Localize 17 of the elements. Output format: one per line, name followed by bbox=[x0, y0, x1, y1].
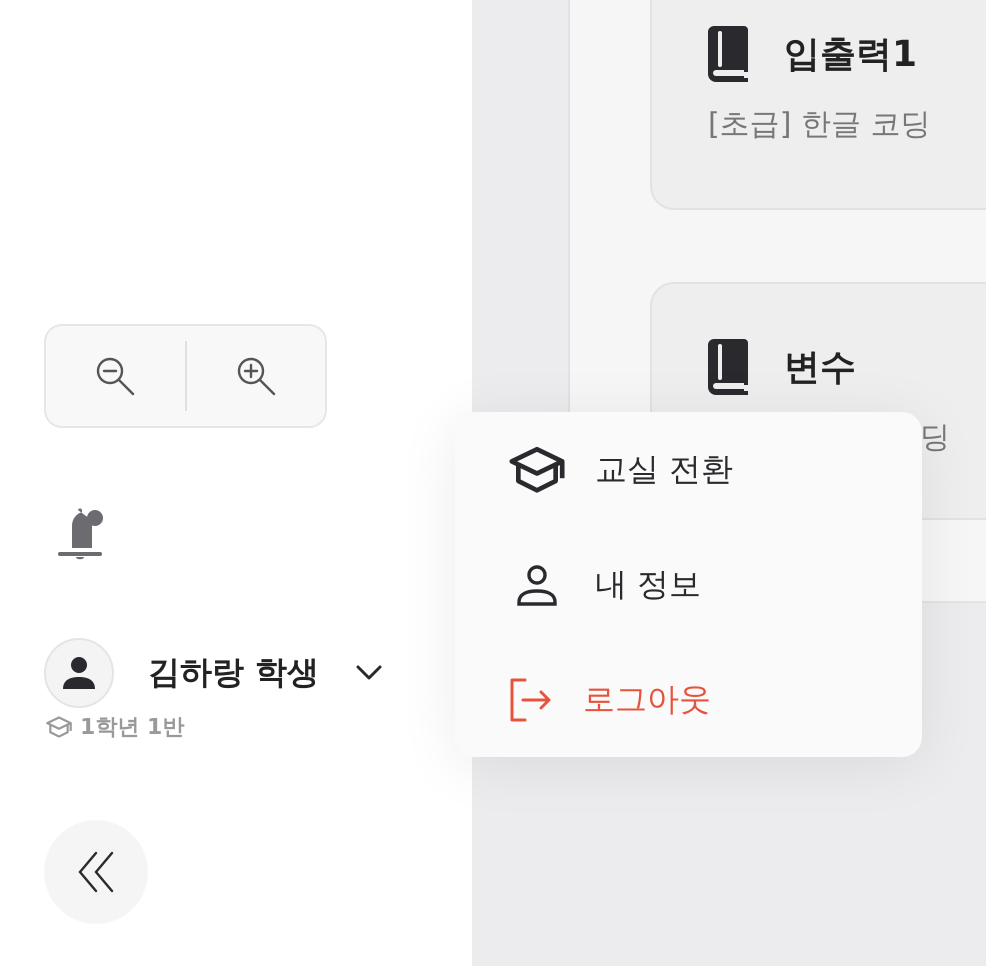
course-title: 변수 bbox=[784, 346, 856, 390]
graduation-cap-icon bbox=[46, 716, 72, 738]
book-icon bbox=[708, 26, 750, 82]
graduation-cap-icon bbox=[509, 446, 565, 494]
double-chevron-left-icon bbox=[76, 850, 116, 894]
course-card[interactable]: 입출력1 [초급] 한글 코딩 bbox=[650, 0, 986, 210]
book-icon bbox=[708, 339, 750, 395]
logout-icon bbox=[509, 678, 553, 722]
menu-item[interactable]: 내 정보 bbox=[455, 527, 922, 642]
logout-menu-item[interactable]: 로그아웃 bbox=[455, 642, 922, 757]
class-label: 1학년 1반 bbox=[80, 714, 184, 742]
course-description: 딩 bbox=[920, 419, 951, 457]
chevron-down-icon[interactable] bbox=[355, 664, 384, 682]
person-icon bbox=[61, 655, 97, 691]
course-title: 입출력1 bbox=[784, 32, 918, 76]
user-name[interactable]: 김하랑 학생 bbox=[148, 651, 320, 695]
course-description: [초급] 한글 코딩 bbox=[708, 106, 932, 144]
